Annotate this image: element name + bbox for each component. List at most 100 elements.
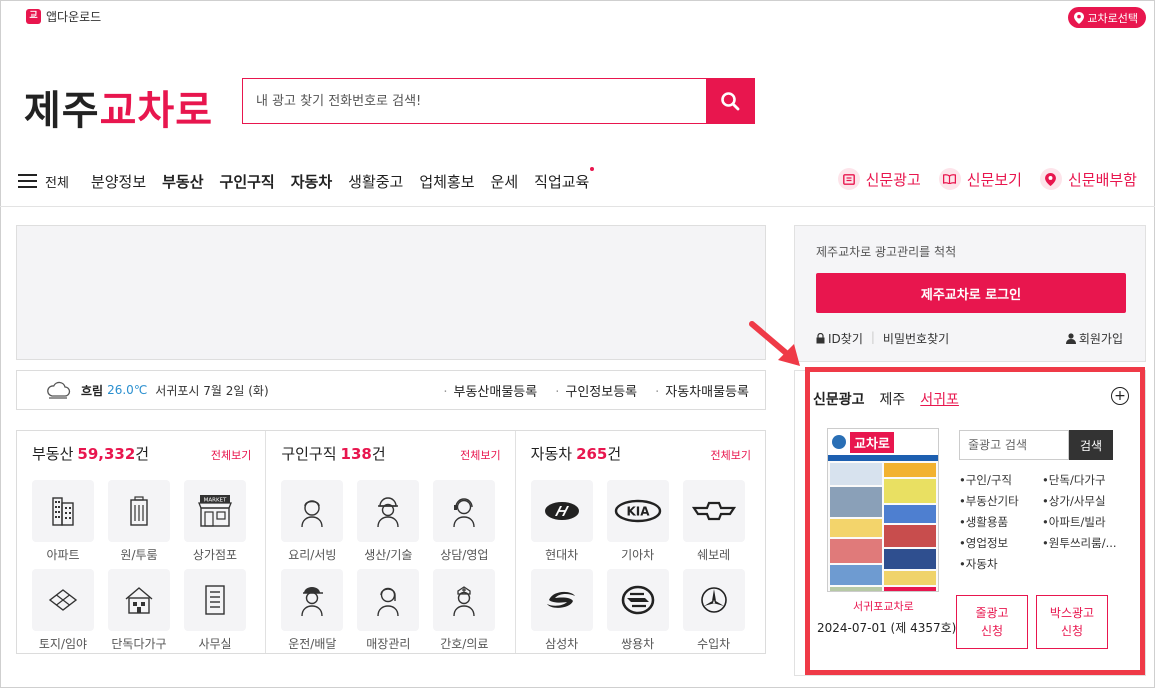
category-item-import[interactable]: 수입차 — [682, 569, 745, 652]
newspaper-ad-icon — [837, 168, 860, 190]
mercedes-logo-icon — [682, 569, 745, 631]
nav-item-jobs[interactable]: 구인구직 — [220, 171, 275, 192]
category-item-delivery[interactable]: 운전/배달 — [281, 569, 344, 652]
newspaper-ad-link[interactable]: 신문광고 — [837, 168, 921, 190]
region-select-button[interactable]: 교차로선택 — [1068, 7, 1146, 28]
category-item-store-manager[interactable]: 매장관리 — [357, 569, 420, 652]
password-find-link[interactable]: 비밀번호찾기 — [883, 330, 949, 347]
join-label: 회원가입 — [1078, 332, 1123, 346]
category-item-consulting[interactable]: 상담/영업 — [433, 480, 496, 563]
id-find-link[interactable]: ID찾기 — [816, 330, 863, 347]
category-title: 부동산 — [32, 445, 74, 463]
newspaper-view-link[interactable]: 신문보기 — [938, 168, 1022, 190]
register-links: 부동산매물등록 구인정보등록 자동차매물등록 — [443, 381, 749, 400]
account-links: ID찾기 | 비밀번호찾기 — [816, 330, 949, 347]
category-item-house[interactable]: 단독다가구 — [108, 569, 170, 652]
operator-icon — [433, 480, 496, 542]
category-item-label: 상담/영업 — [440, 548, 489, 562]
weather-location-date: 서귀포시 7월 2일 (화) — [155, 383, 269, 398]
car-register-link[interactable]: 자동차매물등록 — [655, 381, 749, 400]
view-all-link[interactable]: 전체보기 — [211, 447, 251, 463]
category-item-ssangyong[interactable]: 쌍용차 — [606, 569, 669, 652]
category-item-samsung[interactable]: 삼성차 — [530, 569, 593, 652]
category-unit: 건 — [135, 445, 150, 463]
category-item-hyundai[interactable]: 현대차 — [530, 480, 593, 563]
category-item-chevrolet[interactable]: 쉐보레 — [682, 480, 745, 563]
logo-part2: 교차로 — [99, 88, 214, 134]
job-register-link[interactable]: 구인정보등록 — [555, 381, 637, 400]
category-count: 265 — [576, 445, 608, 463]
category-item-land[interactable]: 토지/임야 — [32, 569, 94, 652]
nav-item-business[interactable]: 업체홍보 — [419, 171, 474, 192]
nav-item-realestate[interactable]: 부동산 — [162, 171, 203, 192]
category-item-label: 요리/서빙 — [288, 548, 337, 562]
search-icon — [721, 92, 740, 111]
category-item-label: 원/투룸 — [120, 548, 158, 562]
nav-item-education[interactable]: 직업교육 — [534, 166, 595, 192]
separator: | — [870, 330, 875, 344]
view-all-link[interactable]: 전체보기 — [460, 447, 500, 463]
nav-item-fortune[interactable]: 운세 — [491, 171, 519, 192]
category-item-oneroom[interactable]: 원/투룸 — [108, 480, 170, 563]
category-item-production[interactable]: 생산/기술 — [357, 480, 420, 563]
search-button[interactable] — [706, 79, 754, 123]
location-pin-icon — [1074, 11, 1085, 24]
category-item-apartment[interactable]: 아파트 — [32, 480, 94, 563]
app-download-label: 앱다운로드 — [46, 10, 102, 24]
category-cars: 자동차 265건 전체보기 현대차 KIA 기아차 쉐보레 삼성차 쌍용차 수입… — [516, 431, 765, 653]
ssangyong-logo-icon — [606, 569, 669, 631]
login-message: 제주교차로 광고관리를 척척 — [816, 245, 957, 259]
category-item-label: 쌍용차 — [621, 637, 655, 651]
weather-condition: 흐림 — [81, 383, 104, 398]
category-item-label: 상가점포 — [192, 548, 238, 562]
category-item-label: 생산/기술 — [364, 548, 413, 562]
category-item-label: 수입차 — [697, 637, 731, 651]
hamburger-icon — [18, 174, 37, 188]
newspaper-box-link[interactable]: 신문배부함 — [1039, 168, 1137, 190]
region-select-label: 교차로선택 — [1087, 11, 1138, 25]
newspaper-box-label: 신문배부함 — [1067, 170, 1137, 189]
category-item-label: 현대차 — [545, 548, 579, 562]
nav-item-presale[interactable]: 분양정보 — [91, 171, 146, 192]
banner-area[interactable] — [16, 225, 766, 360]
category-title: 자동차 — [530, 445, 573, 463]
hyundai-logo-icon — [530, 480, 593, 542]
weather-temp: 26.0℃ — [107, 383, 148, 397]
join-link[interactable]: 회원가입 — [1065, 330, 1123, 347]
category-unit: 건 — [371, 445, 386, 463]
category-item-nurse[interactable]: 간호/의료 — [433, 569, 496, 652]
login-button[interactable]: 제주교차로 로그인 — [816, 273, 1126, 313]
category-item-cook[interactable]: 요리/서빙 — [281, 480, 344, 563]
site-logo[interactable]: 제주교차로 — [24, 78, 213, 136]
category-item-label: 기아차 — [621, 548, 655, 562]
category-item-store[interactable]: MARKET 상가점포 — [184, 480, 246, 563]
newspaper-nav: 신문광고 신문보기 신문배부함 — [837, 168, 1137, 190]
category-item-office[interactable]: 사무실 — [184, 569, 246, 652]
realestate-register-link[interactable]: 부동산매물등록 — [443, 381, 537, 400]
category-realestate: 부동산 59,332건 전체보기 아파트 원/투룸 MARKET 상가점포 토지/… — [17, 431, 267, 653]
category-item-label: 사무실 — [198, 637, 232, 651]
search-input[interactable] — [243, 79, 706, 123]
nav-item-used-goods[interactable]: 생활중고 — [348, 171, 403, 192]
apartment-icon — [32, 480, 94, 542]
nav-item-cars[interactable]: 자동차 — [291, 171, 332, 192]
category-count: 59,332 — [77, 445, 136, 463]
worker-icon — [357, 480, 420, 542]
newspaper-ad-label: 신문광고 — [865, 170, 921, 189]
category-item-label: 운전/배달 — [288, 637, 337, 651]
house-icon — [108, 569, 170, 631]
all-menu-button[interactable]: 전체 — [18, 172, 69, 191]
category-item-kia[interactable]: KIA 기아차 — [606, 480, 669, 563]
header-divider — [0, 206, 1155, 207]
kia-logo-icon: KIA — [606, 480, 669, 542]
market-icon: MARKET — [184, 480, 246, 542]
category-panel: 부동산 59,332건 전체보기 아파트 원/투룸 MARKET 상가점포 토지/… — [16, 430, 766, 654]
building-icon — [108, 480, 170, 542]
lock-icon — [816, 333, 825, 344]
nurse-icon — [433, 569, 496, 631]
highlight-box — [805, 367, 1145, 675]
view-all-link[interactable]: 전체보기 — [711, 447, 751, 463]
app-download-link[interactable]: 교 앱다운로드 — [26, 8, 101, 25]
category-item-label: 삼성차 — [545, 637, 579, 651]
book-icon — [938, 168, 961, 190]
